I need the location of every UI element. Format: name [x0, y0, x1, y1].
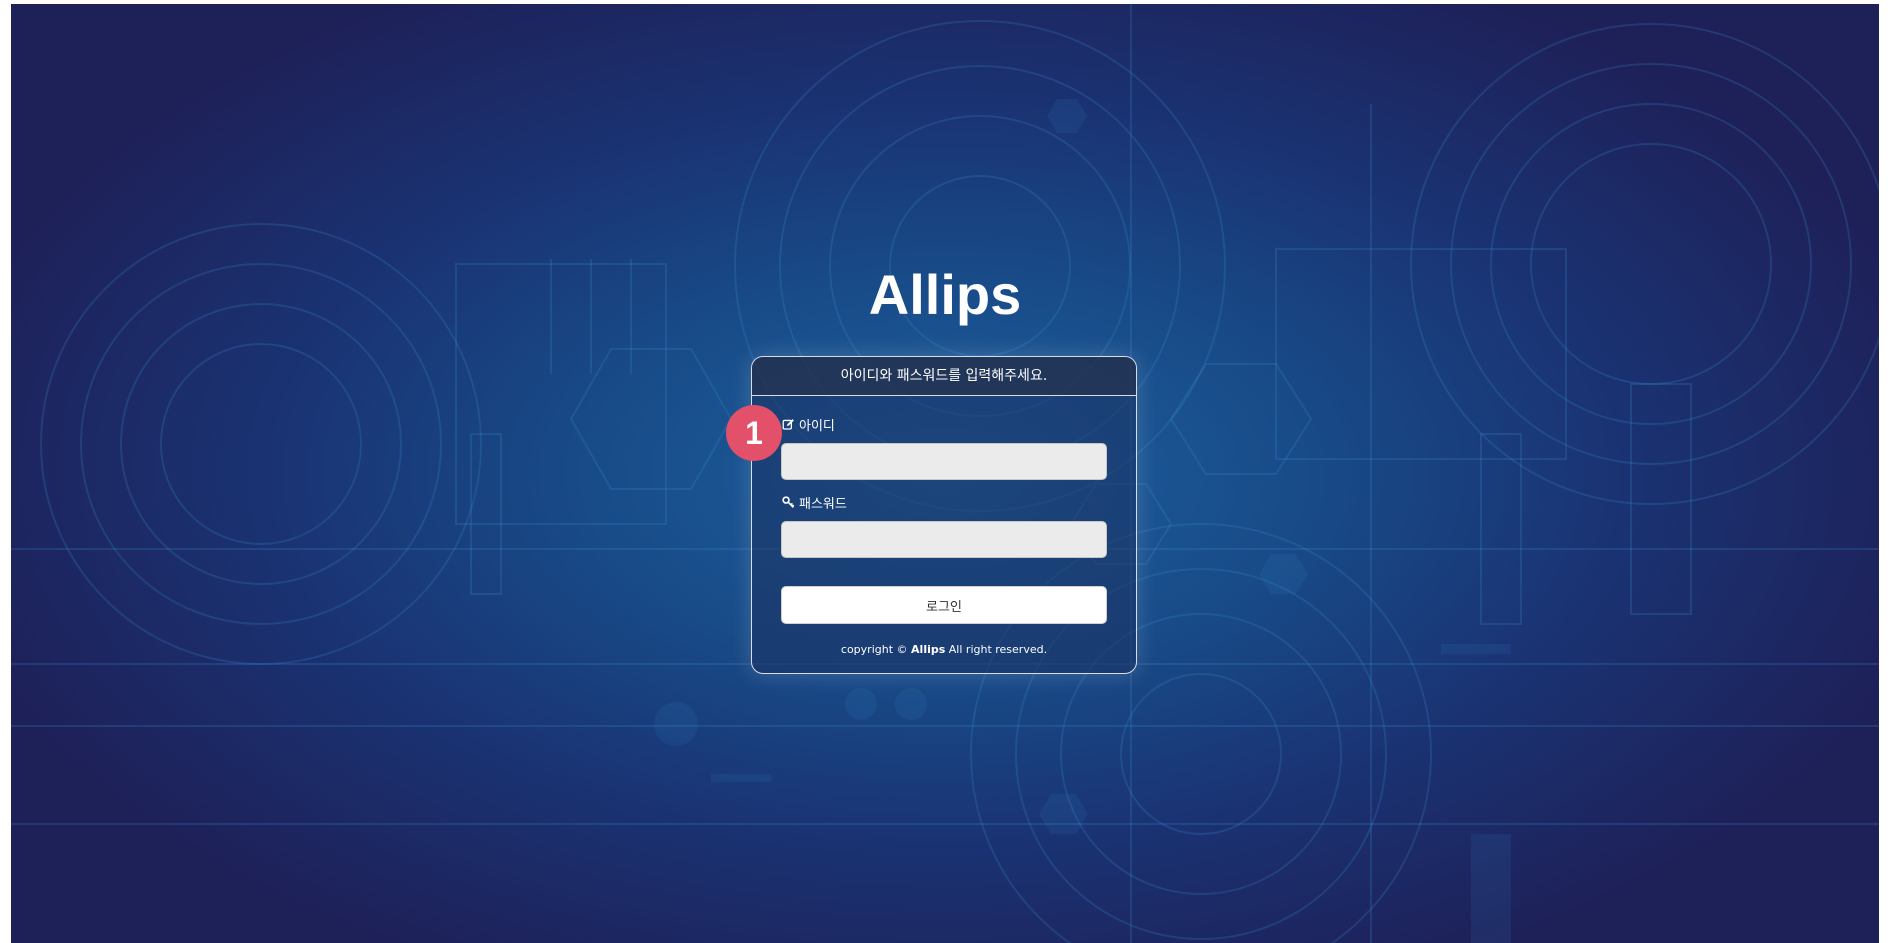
copyright-brand: Allips	[911, 643, 946, 656]
edit-icon	[781, 418, 795, 432]
password-label-row: 패스워드	[781, 493, 847, 512]
key-icon	[781, 496, 795, 510]
id-input[interactable]	[781, 443, 1107, 480]
copyright-suffix: All right reserved.	[948, 643, 1048, 656]
copyright-prefix: copyright ©	[840, 643, 908, 656]
step-number-badge: 1	[726, 405, 782, 461]
login-instruction: 아이디와 패스워드를 입력해주세요.	[752, 357, 1136, 396]
password-label: 패스워드	[799, 497, 847, 512]
id-label: 아이디	[799, 419, 835, 434]
password-input[interactable]	[781, 521, 1107, 558]
brand-logo: Allips	[868, 263, 1022, 326]
login-page: Allips 아이디와 패스워드를 입력해주세요. 아이디 패스워드 로그인 c…	[11, 4, 1879, 943]
login-panel: 아이디와 패스워드를 입력해주세요. 아이디 패스워드 로그인 copyrigh…	[751, 356, 1137, 674]
login-button[interactable]: 로그인	[781, 586, 1107, 624]
copyright-text: copyright © Allips All right reserved.	[752, 643, 1136, 656]
id-label-row: 아이디	[781, 415, 835, 434]
